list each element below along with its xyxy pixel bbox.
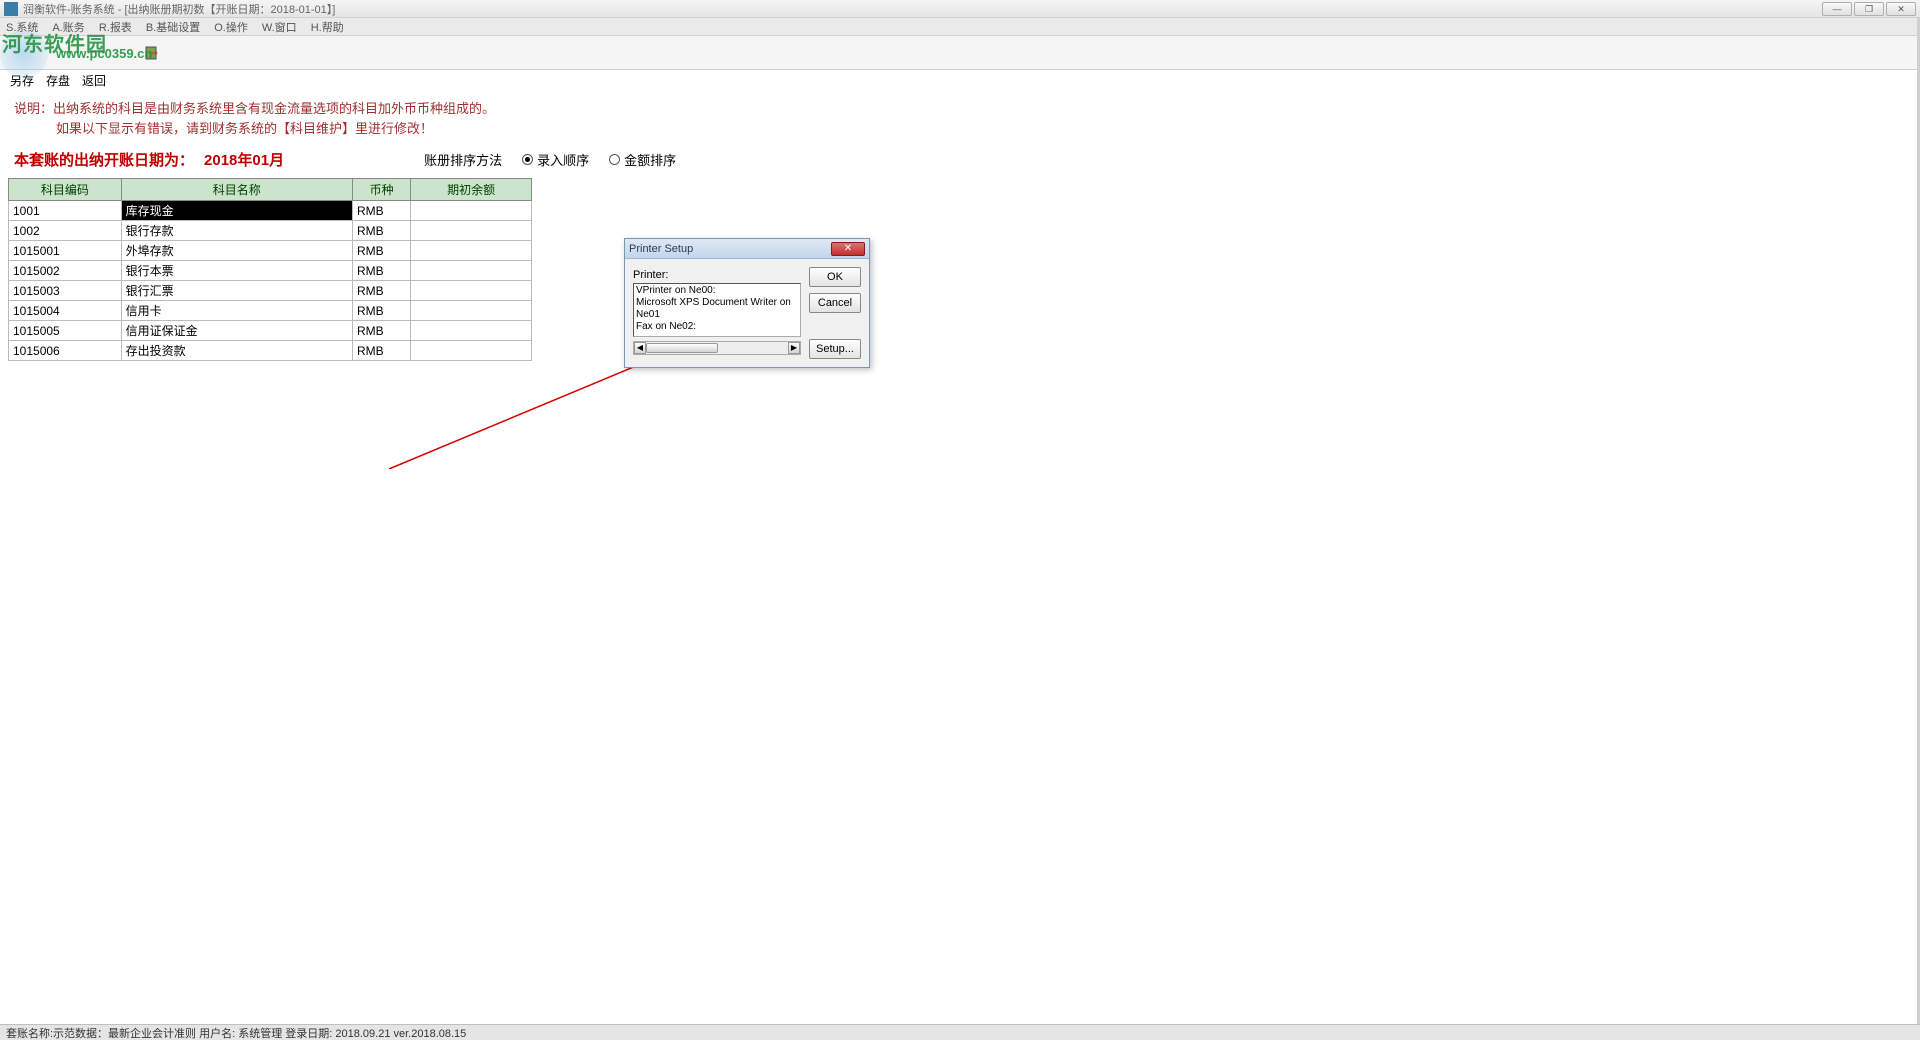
action-row: 另存 存盘 返回: [0, 70, 1920, 93]
printer-setup-dialog: Printer Setup ✕ Printer: VPrinter on Ne0…: [624, 238, 870, 368]
menu-window[interactable]: W.窗口: [262, 19, 297, 35]
window-titlebar: 润衡软件-账务系统 - [出纳账册期初数【开账日期：2018-01-01】] —…: [0, 0, 1920, 18]
cell-code[interactable]: 1015002: [9, 261, 122, 281]
cell-curr[interactable]: RMB: [352, 301, 410, 321]
table-row[interactable]: 1015001外埠存款RMB: [9, 241, 532, 261]
cancel-button[interactable]: Cancel: [809, 293, 861, 313]
grid-header-row: 科目编码 科目名称 币种 期初余额: [9, 179, 532, 201]
cell-bal[interactable]: [411, 241, 532, 261]
cell-name[interactable]: 外埠存款: [121, 241, 352, 261]
save-button[interactable]: 存盘: [46, 72, 70, 89]
menubar: S.系统 A.账务 R.报表 B.基础设置 O.操作 W.窗口 H.帮助: [0, 18, 1920, 36]
cell-code[interactable]: 1001: [9, 201, 122, 221]
ok-button[interactable]: OK: [809, 267, 861, 287]
cell-bal[interactable]: [411, 341, 532, 361]
col-header-code[interactable]: 科目编码: [9, 179, 122, 201]
cell-name[interactable]: 信用卡: [121, 301, 352, 321]
subwin-max-button[interactable]: ❐: [1854, 2, 1884, 16]
cell-bal[interactable]: [411, 201, 532, 221]
table-row[interactable]: 1015003银行汇票RMB: [9, 281, 532, 301]
col-header-currency[interactable]: 币种: [352, 179, 410, 201]
note-line2: 如果以下显示有错误，请到财务系统的【科目维护】里进行修改！: [14, 119, 1906, 139]
printer-list[interactable]: VPrinter on Ne00: Microsoft XPS Document…: [633, 283, 801, 337]
cell-curr[interactable]: RMB: [352, 221, 410, 241]
cell-name[interactable]: 银行本票: [121, 261, 352, 281]
cell-curr[interactable]: RMB: [352, 281, 410, 301]
cell-bal[interactable]: [411, 221, 532, 241]
cell-bal[interactable]: [411, 281, 532, 301]
radio-icon: [609, 154, 620, 165]
menu-help[interactable]: H.帮助: [311, 19, 344, 35]
cell-name[interactable]: 存出投资款: [121, 341, 352, 361]
printer-item[interactable]: Microsoft XPS Document Writer on Ne01: [636, 297, 798, 321]
dialog-body: Printer: VPrinter on Ne00: Microsoft XPS…: [625, 259, 869, 367]
table-row[interactable]: 1002银行存款RMB: [9, 221, 532, 241]
cell-bal[interactable]: [411, 261, 532, 281]
setup-button[interactable]: Setup...: [809, 339, 861, 359]
sort-label: 账册排序方法: [424, 150, 502, 169]
minimize-button[interactable]: —: [1822, 2, 1852, 16]
table-row[interactable]: 1015006存出投资款RMB: [9, 341, 532, 361]
table-row[interactable]: 1015002银行本票RMB: [9, 261, 532, 281]
cell-curr[interactable]: RMB: [352, 261, 410, 281]
open-date-value: 2018年01月: [204, 149, 284, 170]
col-header-name[interactable]: 科目名称: [121, 179, 352, 201]
radio-label-amount-order: 金额排序: [624, 150, 676, 169]
printer-item[interactable]: VPrinter on Ne00:: [636, 285, 798, 297]
date-sort-row: 本套账的出纳开账日期为： 2018年01月 账册排序方法 录入顺序 金额排序: [0, 141, 1920, 176]
radio-input-order[interactable]: 录入顺序: [522, 150, 589, 169]
cell-curr[interactable]: RMB: [352, 341, 410, 361]
status-text: 套账名称:示范数据：最新企业会计准则 用户名: 系统管理 登录日期: 2018.…: [6, 1025, 466, 1041]
cell-code[interactable]: 1015004: [9, 301, 122, 321]
printer-label: Printer:: [633, 269, 668, 281]
cell-curr[interactable]: RMB: [352, 201, 410, 221]
dialog-titlebar[interactable]: Printer Setup ✕: [625, 239, 869, 259]
cell-code[interactable]: 1015001: [9, 241, 122, 261]
open-date-label: 本套账的出纳开账日期为：: [14, 149, 194, 170]
window-title: 润衡软件-账务系统 - [出纳账册期初数【开账日期：2018-01-01】]: [23, 1, 335, 17]
subwin-close-button[interactable]: ✕: [1886, 2, 1916, 16]
menu-basic-setup[interactable]: B.基础设置: [146, 19, 200, 35]
cell-bal[interactable]: [411, 301, 532, 321]
sort-block: 账册排序方法 录入顺序 金额排序: [424, 150, 676, 169]
cell-name[interactable]: 银行存款: [121, 221, 352, 241]
back-button[interactable]: 返回: [82, 72, 106, 89]
watermark-url: www.pc0359.cn: [56, 46, 152, 61]
cell-name[interactable]: 库存现金: [121, 201, 352, 221]
printer-item[interactable]: Fax on Ne02:: [636, 321, 798, 333]
cell-code[interactable]: 1015005: [9, 321, 122, 341]
cell-name[interactable]: 信用证保证金: [121, 321, 352, 341]
radio-amount-order[interactable]: 金额排序: [609, 150, 676, 169]
menu-operate[interactable]: O.操作: [214, 19, 248, 35]
subject-grid[interactable]: 科目编码 科目名称 币种 期初余额 1001库存现金RMB1002银行存款RMB…: [8, 178, 532, 361]
cell-code[interactable]: 1015003: [9, 281, 122, 301]
note-line1: 说明：出纳系统的科目是由财务系统里含有现金流量选项的科目加外币币种组成的。: [14, 99, 1906, 119]
dialog-title: Printer Setup: [629, 243, 693, 255]
col-header-balance[interactable]: 期初余额: [411, 179, 532, 201]
dialog-close-button[interactable]: ✕: [831, 242, 865, 256]
cell-code[interactable]: 1002: [9, 221, 122, 241]
scroll-thumb[interactable]: [646, 343, 718, 353]
radio-icon: [522, 154, 533, 165]
cell-bal[interactable]: [411, 321, 532, 341]
cell-curr[interactable]: RMB: [352, 321, 410, 341]
cell-code[interactable]: 1015006: [9, 341, 122, 361]
cell-name[interactable]: 银行汇票: [121, 281, 352, 301]
scroll-left-icon[interactable]: ◀: [634, 342, 646, 354]
app-icon: [4, 2, 18, 16]
table-row[interactable]: 1015004信用卡RMB: [9, 301, 532, 321]
table-row[interactable]: 1001库存现金RMB: [9, 201, 532, 221]
table-row[interactable]: 1015005信用证保证金RMB: [9, 321, 532, 341]
scroll-right-icon[interactable]: ▶: [788, 342, 800, 354]
window-controls: — ❐ ✕: [1822, 2, 1916, 16]
cell-curr[interactable]: RMB: [352, 241, 410, 261]
note-panel: 说明：出纳系统的科目是由财务系统里含有现金流量选项的科目加外币币种组成的。 如果…: [0, 93, 1920, 141]
status-bar: 套账名称:示范数据：最新企业会计准则 用户名: 系统管理 登录日期: 2018.…: [0, 1024, 1920, 1040]
radio-label-input-order: 录入顺序: [537, 150, 589, 169]
printer-scrollbar[interactable]: ◀ ▶: [633, 341, 801, 355]
toolbar: 河东软件园 www.pc0359.cn: [0, 36, 1920, 70]
